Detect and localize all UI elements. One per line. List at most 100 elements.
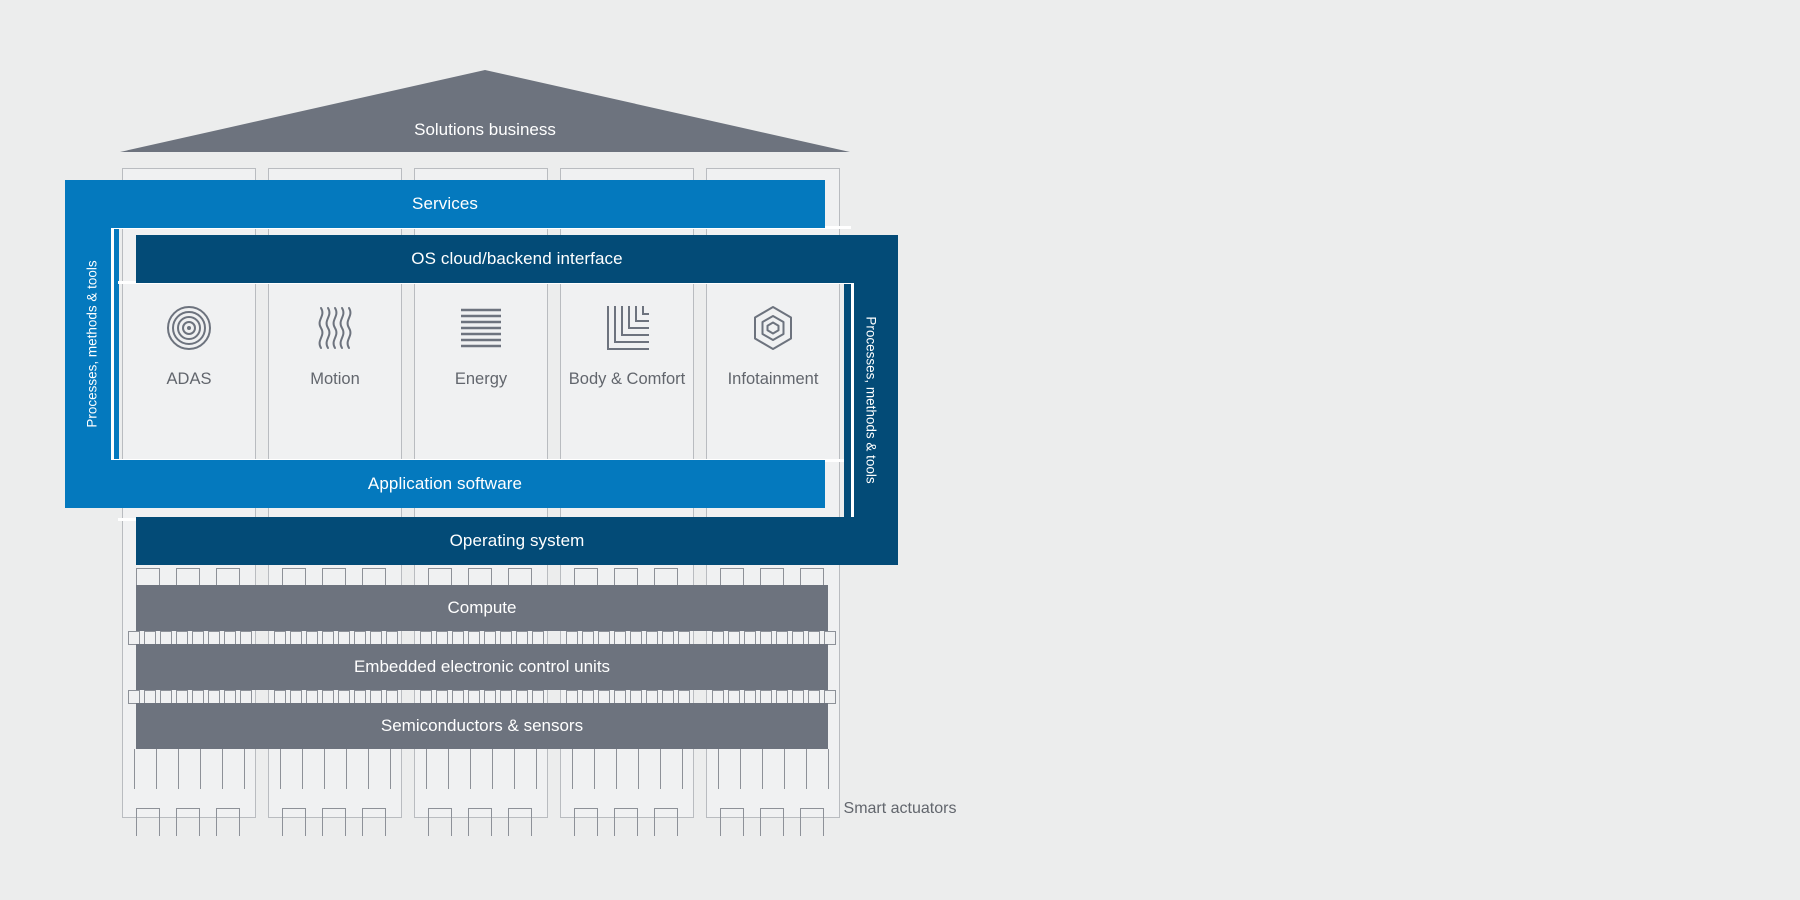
- smart-actuators-label: Smart actuators: [843, 800, 957, 817]
- connector-line: [828, 749, 829, 789]
- connector-tooth: [274, 631, 286, 645]
- connector-line: [426, 749, 427, 789]
- connector-tooth: [436, 631, 448, 645]
- connector-line: [448, 749, 449, 789]
- connector-tooth: [208, 690, 220, 704]
- connector-line: [244, 749, 245, 789]
- domain-label-infotainment: Infotainment: [727, 370, 819, 388]
- connector-tooth: [728, 631, 740, 645]
- connector-tooth: [192, 631, 204, 645]
- connector-line: [660, 749, 661, 789]
- connector-tooth: [420, 631, 432, 645]
- connector-line: [572, 749, 573, 789]
- connector-line: [324, 749, 325, 789]
- connector-line: [492, 749, 493, 789]
- domain-label-energy: Energy: [454, 370, 508, 388]
- connector-line: [682, 749, 683, 789]
- domain-label-adas: ADAS: [166, 370, 212, 388]
- connector-line: [514, 749, 515, 789]
- connector-line: [390, 749, 391, 789]
- connector-line: [368, 749, 369, 789]
- connector-tooth: [208, 631, 220, 645]
- bar-embedded-ecu: Embedded electronic control units: [136, 644, 828, 690]
- connector-tooth: [354, 690, 366, 704]
- connector-line: [302, 749, 303, 789]
- connector-tooth: [240, 631, 252, 645]
- connector-tooth: [192, 690, 204, 704]
- connector-tooth: [662, 631, 674, 645]
- connector-line: [178, 749, 179, 789]
- roof-label: Solutions business: [414, 120, 556, 139]
- connector-line: [594, 749, 595, 789]
- connector-tooth: [646, 631, 658, 645]
- connector-tooth: [370, 631, 382, 645]
- bar-os-cloud-backend-interface: OS cloud/backend interface: [136, 235, 898, 283]
- domain-label-body-comfort: Body & Comfort: [568, 370, 686, 388]
- connector-line: [762, 749, 763, 789]
- connector-tooth: [306, 690, 318, 704]
- connector-tooth: [484, 631, 496, 645]
- domain-label-motion: Motion: [310, 370, 360, 388]
- connector-tooth: [582, 631, 594, 645]
- connector-tooth: [728, 690, 740, 704]
- connector-tooth: [516, 631, 528, 645]
- bar-operating-system-label: Operating system: [449, 531, 585, 550]
- bar-compute-label: Compute: [447, 598, 517, 617]
- connector-line: [740, 749, 741, 789]
- connector-line: [280, 749, 281, 789]
- connector-tooth: [386, 631, 398, 645]
- connector-tooth: [176, 690, 188, 704]
- connector-tooth: [338, 690, 350, 704]
- connector-tooth: [760, 690, 772, 704]
- connector-tooth: [224, 631, 236, 645]
- diagram-canvas: Solutions business Compute Embedded elec…: [0, 0, 1800, 900]
- connector-tooth: [160, 690, 172, 704]
- connector-tooth: [630, 631, 642, 645]
- bar-embedded-ecu-label: Embedded electronic control units: [353, 657, 611, 676]
- connector-tooth: [290, 690, 302, 704]
- connector-tooth: [744, 690, 756, 704]
- horizontal-lines-icon: [458, 305, 504, 351]
- side-frame-left: Processes, methods & tools: [65, 180, 119, 508]
- connector-tooth: [362, 568, 386, 586]
- bar-compute: Compute: [136, 585, 828, 631]
- connector-tooth: [144, 631, 156, 645]
- connector-tooth: [712, 690, 724, 704]
- side-frame-left-label: Processes, methods & tools: [84, 260, 100, 428]
- connector-tooth: [800, 568, 824, 586]
- connector-tooth: [808, 690, 820, 704]
- connector-tooth: [282, 568, 306, 586]
- connector-tooth: [720, 568, 744, 586]
- bar-services-label: Services: [412, 194, 478, 213]
- connector-tooth: [176, 568, 200, 586]
- domain-cell-infotainment: Infotainment: [700, 283, 846, 455]
- connector-tooth: [792, 631, 804, 645]
- bar-application-software-label: Application software: [367, 474, 523, 493]
- domain-cell-body-comfort: Body & Comfort: [560, 283, 694, 455]
- connector-tooth: [744, 631, 756, 645]
- connector-tooth: [824, 631, 836, 645]
- connector-line: [784, 749, 785, 789]
- connector-tooth: [224, 690, 236, 704]
- connector-tooth: [468, 568, 492, 586]
- connector-tooth: [290, 631, 302, 645]
- connector-tooth: [128, 631, 140, 645]
- connector-tooth: [428, 568, 452, 586]
- bar-operating-system: Operating system: [136, 517, 898, 565]
- connector-line: [200, 749, 201, 789]
- connector-tooth: [136, 568, 160, 586]
- connector-tooth: [678, 690, 690, 704]
- connector-tooth: [516, 690, 528, 704]
- connector-tooth: [614, 690, 626, 704]
- connector-tooth: [760, 568, 784, 586]
- connector-tooth: [532, 631, 544, 645]
- connector-tooth: [678, 631, 690, 645]
- connector-tooth: [500, 690, 512, 704]
- bar-semiconductors-sensors-label: Semiconductors & sensors: [380, 716, 584, 735]
- connector-tooth: [646, 690, 658, 704]
- connector-tooth: [508, 568, 532, 586]
- connector-tooth: [500, 631, 512, 645]
- connector-tooth: [354, 631, 366, 645]
- connector-tooth: [240, 690, 252, 704]
- connector-line: [156, 749, 157, 789]
